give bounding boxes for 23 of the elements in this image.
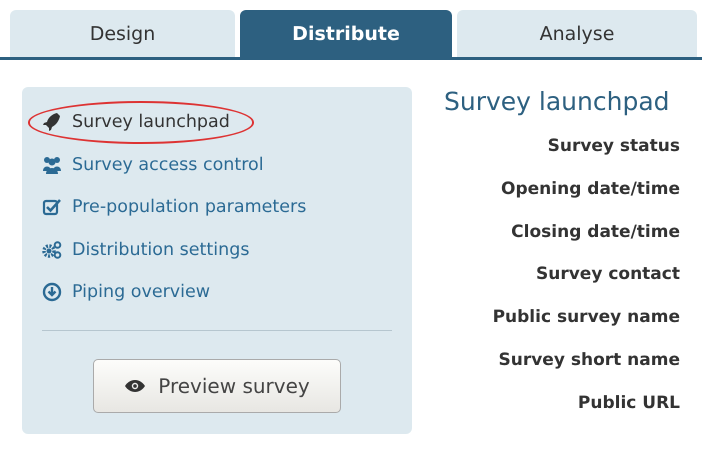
tab[interactable]: Analyse: [457, 10, 697, 57]
checkbox-icon: [42, 197, 62, 218]
users-icon: [42, 154, 62, 175]
download-circle-icon: [42, 282, 62, 302]
field-label: Public survey name: [492, 307, 680, 330]
sidebar-item[interactable]: Survey launchpad: [28, 101, 254, 144]
sidebar-item[interactable]: Piping overview: [42, 271, 210, 314]
gears-icon: [42, 240, 62, 260]
field-label: Survey contact: [536, 264, 680, 286]
sidebar-item[interactable]: Distribution settings: [42, 228, 250, 271]
sidebar-item[interactable]: Survey access control: [42, 144, 264, 186]
page-title: Survey launchpad: [443, 87, 670, 116]
rocket-icon: [42, 112, 62, 132]
field-label: Survey status: [548, 136, 680, 158]
field-label: Opening date/time: [501, 178, 680, 201]
field-label: Survey short name: [498, 350, 680, 372]
eye-icon: [124, 378, 146, 392]
tab[interactable]: Design: [10, 10, 235, 57]
tab[interactable]: Distribute: [240, 10, 452, 57]
preview-button[interactable]: Preview survey: [93, 358, 341, 412]
field-label: Closing date/time: [511, 222, 680, 244]
sidebar-item[interactable]: Pre-population parameters: [42, 186, 306, 228]
field-label: Public URL: [578, 392, 680, 415]
